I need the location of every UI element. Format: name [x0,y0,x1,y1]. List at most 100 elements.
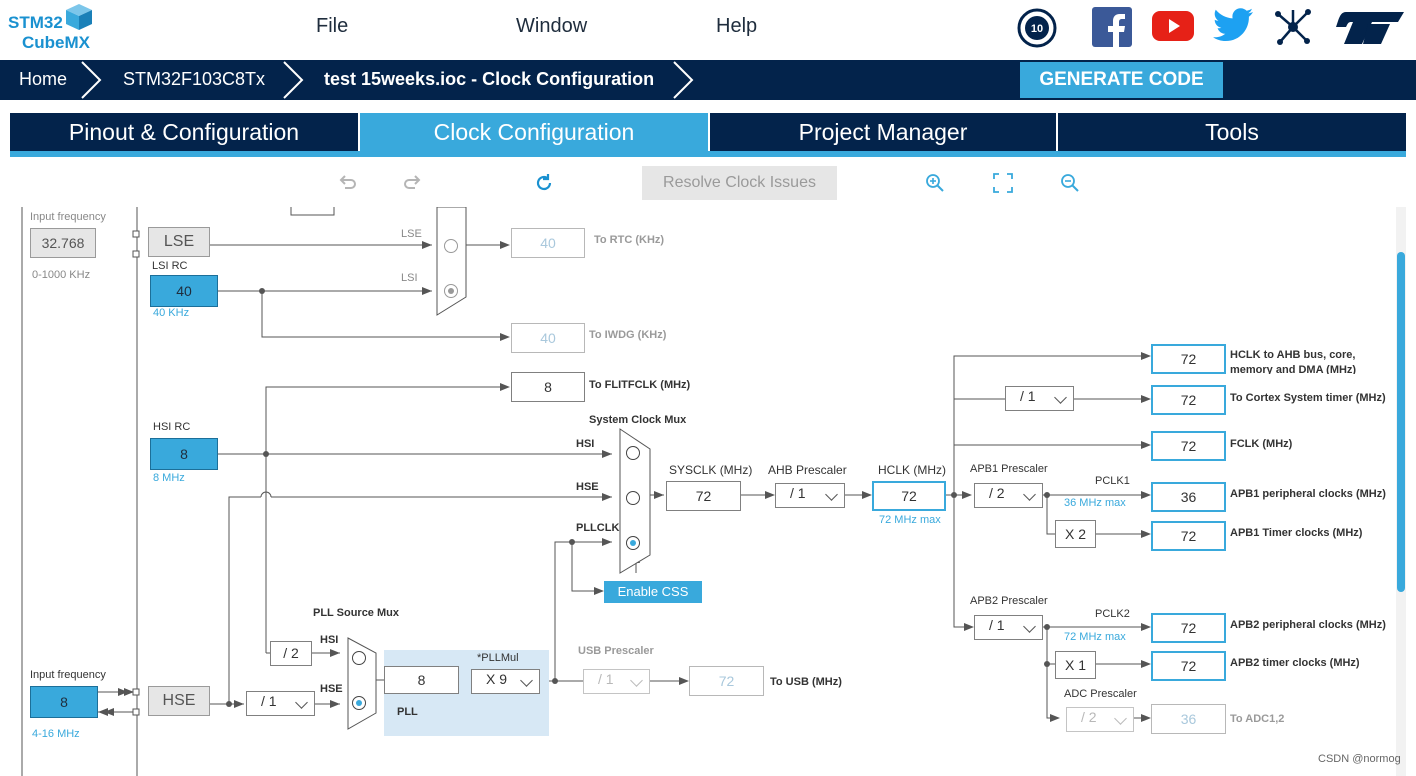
zoom-out-icon[interactable] [1059,172,1081,194]
menu-window[interactable]: Window [516,15,587,38]
pll-input-field[interactable]: 8 [384,666,459,694]
ahb-prescaler-select[interactable]: / 1 [775,483,845,508]
pclk1-label: PCLK1 [1095,475,1130,487]
lse-input-frequency-field[interactable]: 32.768 [30,228,96,258]
breadcrumb-device[interactable]: STM32F103C8Tx [123,69,265,90]
rtc-mux-lse-label: LSE [401,228,422,240]
adc-output-field[interactable]: 36 [1151,704,1226,734]
hse-input-frequency-field[interactable]: 8 [30,686,98,718]
youtube-icon[interactable] [1152,11,1194,41]
pll-source-mux-title: PLL Source Mux [313,607,399,619]
menu-help[interactable]: Help [716,15,757,38]
hse-divider-select[interactable]: / 1 [246,691,315,716]
menu-file[interactable]: File [316,15,348,38]
undo-icon[interactable] [336,172,358,194]
usb-output-field[interactable]: 72 [689,666,764,696]
apb1-prescaler-select[interactable]: / 2 [974,483,1043,508]
enable-css-button[interactable]: Enable CSS [604,581,702,603]
anniversary-badge-icon[interactable]: 10 [1017,8,1057,48]
usb-output-label: To USB (MHz) [770,676,842,688]
chevron-down-icon [1023,488,1036,501]
pllsrc-hsi-radio[interactable] [352,651,366,665]
rtc-mux-lsi-radio[interactable] [444,284,458,298]
breadcrumb-project[interactable]: test 15weeks.ioc - Clock Configuration [324,69,654,90]
adc-prescaler-label: ADC Prescaler [1064,688,1137,700]
chevron-down-icon [520,674,533,687]
sysmux-hsi-radio[interactable] [626,446,640,460]
network-icon[interactable] [1272,6,1314,48]
cortex-timer-output-field[interactable]: 72 [1151,385,1226,415]
apb1-timer-output-label: APB1 Timer clocks (MHz) [1230,527,1363,539]
flitf-output-field[interactable]: 8 [511,372,585,402]
watermark-text: CSDN @normog [1318,753,1401,765]
redo-icon[interactable] [402,172,424,194]
sysmux-pllclk-radio[interactable] [626,536,640,550]
svg-text:10: 10 [1031,23,1043,35]
rtc-output-label: To RTC (KHz) [594,234,665,246]
tab-project-manager[interactable]: Project Manager [710,113,1056,151]
cubemx-window: { "brand":{"line1":"STM32","line2":"Cube… [0,0,1416,776]
apb1-timer-output-field[interactable]: 72 [1151,521,1226,551]
sysmux-hsi-label: HSI [576,438,595,450]
cortex-timer-divider-select[interactable]: / 1 [1005,386,1074,411]
pclk2-label: PCLK2 [1095,608,1130,620]
apb1-prescaler-label: APB1 Prescaler [970,463,1048,475]
apb2-timer-output-field[interactable]: 72 [1151,651,1226,681]
st-logo-icon[interactable] [1334,10,1406,46]
hsi-rc-block[interactable]: 8 [150,438,218,470]
pllmul-select[interactable]: X 9 [471,669,540,694]
lsi-rc-block[interactable]: 40 [150,275,218,307]
rtc-output-field[interactable]: 40 [511,228,585,258]
tab-pinout[interactable]: Pinout & Configuration [10,113,358,151]
tab-tools[interactable]: Tools [1058,113,1406,151]
pllmul-label: *PLLMul [477,652,519,664]
hclk-label: HCLK (MHz) [878,463,946,477]
breadcrumb-home[interactable]: Home [19,69,67,90]
apb2-prescaler-select[interactable]: / 1 [974,615,1043,640]
chevron-down-icon [1023,620,1036,633]
hclk-ahb-output-field[interactable]: 72 [1151,344,1226,374]
sysmux-hse-label: HSE [576,481,599,493]
iwdg-output-field[interactable]: 40 [511,323,585,353]
hsi-unit-label: 8 MHz [153,472,185,484]
rtc-mux-lse-radio[interactable] [444,239,458,253]
hsi-rc-label: HSI RC [153,421,191,433]
generate-code-button[interactable]: GENERATE CODE [1020,62,1223,98]
usb-prescaler-label: USB Prescaler [578,645,654,657]
top-bar: STM32 CubeMX File Window Help 10 [0,0,1416,60]
hse-block[interactable]: HSE [148,686,210,716]
hsi-div2-block: / 2 [270,641,312,666]
sysclk-field[interactable]: 72 [666,481,741,511]
pllsrc-hse-radio[interactable] [352,696,366,710]
chevron-down-icon [630,674,643,687]
zoom-in-icon[interactable] [924,172,946,194]
clock-tree-canvas[interactable]: Input frequency 32.768 0-1000 KHz LSE LS… [0,207,1416,776]
fit-screen-icon[interactable] [992,172,1014,194]
sysmux-hse-radio[interactable] [626,491,640,505]
iwdg-output-label: To IWDG (KHz) [589,329,667,341]
apb1-peripheral-output-label: APB1 peripheral clocks (MHz) [1230,488,1386,500]
apb1-peripheral-output-field[interactable]: 36 [1151,482,1226,512]
fclk-output-label: FCLK (MHz) [1230,438,1293,450]
chevron-right-icon [81,61,102,99]
hclk-ahb-output-label: HCLK to AHB bus, core, memory and DMA (M… [1230,349,1357,374]
chevron-down-icon [825,488,838,501]
hclk-field[interactable]: 72 [872,481,946,511]
apb2-peripheral-output-label: APB2 peripheral clocks (MHz) [1230,619,1386,631]
lse-range-label: 0-1000 KHz [32,269,91,281]
chevron-right-icon [673,61,694,99]
tab-clock-configuration[interactable]: Clock Configuration [360,113,708,151]
lse-block[interactable]: LSE [148,227,210,257]
pllsrc-hsi-label: HSI [320,634,339,646]
rtc-mux-lsi-label: LSI [401,272,418,284]
vertical-scrollbar[interactable] [1396,207,1406,776]
facebook-icon[interactable] [1092,7,1132,47]
reset-icon[interactable] [533,172,555,194]
apb2-peripheral-output-field[interactable]: 72 [1151,613,1226,643]
fclk-output-field[interactable]: 72 [1151,431,1226,461]
brand-line1: STM32 [8,13,63,32]
usb-prescaler-select[interactable]: / 1 [583,669,650,694]
resolve-clock-issues-button[interactable]: Resolve Clock Issues [642,166,837,200]
twitter-icon[interactable] [1213,8,1253,44]
adc-prescaler-select[interactable]: / 2 [1066,707,1134,732]
